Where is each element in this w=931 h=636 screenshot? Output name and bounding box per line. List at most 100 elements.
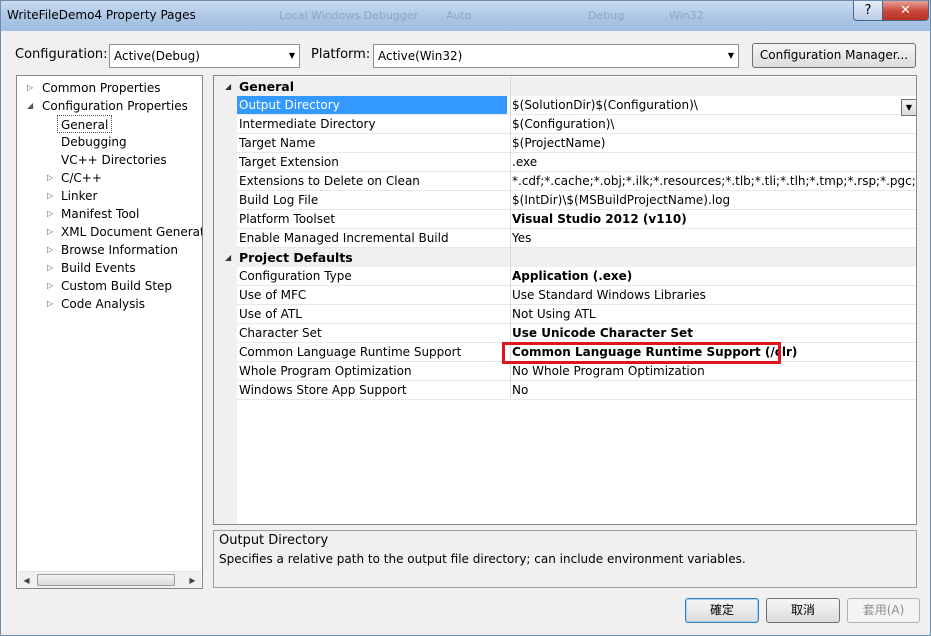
expand-icon[interactable]: ▷ <box>27 79 37 97</box>
window-title: WriteFileDemo4 Property Pages <box>7 8 196 22</box>
collapse-icon[interactable]: ◢ <box>225 77 231 96</box>
property-name: Platform Toolset <box>239 212 336 226</box>
property-grid: ◢ General Output Directory $(SolutionDir)$(… <box>213 75 917 525</box>
property-row[interactable]: Build Log File $(IntDir)\$(MSBuildProject… <box>214 191 916 210</box>
tree-item-browse-information[interactable]: ▷ Browse Information <box>17 241 178 259</box>
property-value[interactable]: $(SolutionDir)$(Configuration)\ <box>512 96 916 115</box>
expand-icon[interactable]: ▷ <box>47 277 57 295</box>
property-value[interactable]: $(Configuration)\ <box>512 115 916 134</box>
property-value[interactable]: $(ProjectName) <box>512 134 916 153</box>
property-row[interactable]: Target Name $(ProjectName) <box>214 134 916 153</box>
collapse-icon[interactable]: ◢ <box>27 97 37 115</box>
property-value[interactable]: No Whole Program Optimization <box>512 362 916 381</box>
property-value[interactable]: Application (.exe) <box>512 267 916 286</box>
tree-item-label: Custom Build Step <box>61 279 173 293</box>
ok-button[interactable]: 確定 <box>685 598 759 623</box>
property-value[interactable]: No <box>512 381 916 400</box>
category-project-defaults[interactable]: ◢ Project Defaults <box>214 248 916 267</box>
configuration-value: Active(Debug) <box>114 49 200 63</box>
tree-item-label: C/C++ <box>61 171 102 185</box>
property-value[interactable]: *.cdf;*.cache;*.obj;*.ilk;*.resources;*.… <box>512 172 916 191</box>
background-text: Auto <box>446 9 472 22</box>
property-value[interactable]: Not Using ATL <box>512 305 916 324</box>
tree-item-label: Configuration Properties <box>42 99 188 113</box>
property-row[interactable]: Target Extension .exe <box>214 153 916 172</box>
tree-item-label: General <box>61 118 109 132</box>
property-name: Output Directory <box>237 96 507 115</box>
expand-icon[interactable]: ▷ <box>47 241 57 259</box>
property-value[interactable]: Yes <box>512 229 916 248</box>
property-row[interactable]: Use of MFC Use Standard Windows Libraries <box>214 286 916 305</box>
expand-icon[interactable]: ▷ <box>47 187 57 205</box>
title-bar[interactable]: Local Windows Debugger Auto Debug Win32 … <box>1 1 930 31</box>
horizontal-scrollbar[interactable]: ◀ ▶ <box>18 571 201 588</box>
apply-button[interactable]: 套用(A) <box>847 598 920 623</box>
highlight-annotation-box <box>502 342 781 364</box>
scroll-left-icon[interactable]: ◀ <box>18 572 35 588</box>
property-name: Build Log File <box>239 193 319 207</box>
property-row[interactable]: Output Directory $(SolutionDir)$(Configur… <box>214 96 916 115</box>
property-row[interactable]: Whole Program Optimization No Whole Progr… <box>214 362 916 381</box>
expand-icon[interactable]: ▷ <box>47 259 57 277</box>
property-name: Windows Store App Support <box>239 383 407 397</box>
property-row[interactable]: Character Set Use Unicode Character Set <box>214 324 916 343</box>
expand-icon[interactable]: ▷ <box>47 169 57 187</box>
property-value[interactable]: Visual Studio 2012 (v110) <box>512 210 916 229</box>
property-name: Common Language Runtime Support <box>239 345 462 359</box>
tree-item-common-properties[interactable]: ▷ Common Properties <box>17 79 161 97</box>
expand-icon[interactable]: ▷ <box>47 223 57 241</box>
background-text: Local Windows Debugger <box>279 9 419 22</box>
property-row[interactable]: Enable Managed Incremental Build Yes <box>214 229 916 248</box>
property-name: Extensions to Delete on Clean <box>239 174 420 188</box>
property-row[interactable]: Extensions to Delete on Clean *.cdf;*.cac… <box>214 172 916 191</box>
category-general[interactable]: ◢ General <box>214 77 916 96</box>
tree-item-general[interactable]: General <box>57 115 113 133</box>
value-dropdown-button[interactable]: ▼ <box>901 99 916 116</box>
tree-item-debugging[interactable]: Debugging <box>17 133 127 151</box>
tree-item-build-events[interactable]: ▷ Build Events <box>17 259 136 277</box>
close-button[interactable]: ✕ <box>882 1 929 21</box>
configuration-combo[interactable]: Active(Debug) ▼ <box>109 44 300 68</box>
tree-item-label: XML Document Generator <box>61 225 203 239</box>
cancel-button[interactable]: 取消 <box>766 598 840 623</box>
tree-item-label: Manifest Tool <box>61 207 140 221</box>
property-row[interactable]: Windows Store App Support No <box>214 381 916 400</box>
property-value[interactable]: Use Standard Windows Libraries <box>512 286 916 305</box>
chevron-down-icon: ▼ <box>288 51 295 60</box>
tree-item-configuration-properties[interactable]: ◢ Configuration Properties <box>17 97 188 115</box>
help-button[interactable]: ? <box>853 1 883 21</box>
description-text: Specifies a relative path to the output … <box>219 552 746 566</box>
property-value[interactable]: .exe <box>512 153 916 172</box>
configuration-label: Configuration: <box>15 47 108 62</box>
property-value[interactable]: Use Unicode Character Set <box>512 324 916 343</box>
background-text: Debug <box>588 9 625 22</box>
tree-item-code-analysis[interactable]: ▷ Code Analysis <box>17 295 145 313</box>
property-name: Target Extension <box>239 155 339 169</box>
expand-icon[interactable]: ▷ <box>47 295 57 313</box>
platform-combo[interactable]: Active(Win32) ▼ <box>373 44 739 68</box>
property-row[interactable]: Configuration Type Application (.exe) <box>214 267 916 286</box>
tree-item-c-c[interactable]: ▷ C/C++ <box>17 169 102 187</box>
scroll-right-icon[interactable]: ▶ <box>184 572 201 588</box>
tree-item-label: Build Events <box>61 261 136 275</box>
tree-item-vc-directories[interactable]: VC++ Directories <box>17 151 167 169</box>
property-name: Use of ATL <box>239 307 302 321</box>
property-value[interactable]: $(IntDir)\$(MSBuildProjectName).log <box>512 191 916 210</box>
scrollbar-thumb[interactable] <box>37 574 175 586</box>
tree-item-custom-build-step[interactable]: ▷ Custom Build Step <box>17 277 172 295</box>
property-name: Target Name <box>239 136 316 150</box>
tree-item-manifest-tool[interactable]: ▷ Manifest Tool <box>17 205 139 223</box>
expand-icon[interactable]: ▷ <box>47 205 57 223</box>
chevron-down-icon: ▼ <box>727 51 734 60</box>
property-row[interactable]: Use of ATL Not Using ATL <box>214 305 916 324</box>
category-label: General <box>239 79 294 94</box>
tree-item-label: VC++ Directories <box>61 153 167 167</box>
property-name: Character Set <box>239 326 322 340</box>
collapse-icon[interactable]: ◢ <box>225 248 231 267</box>
platform-label: Platform: <box>311 47 371 62</box>
property-row[interactable]: Intermediate Directory $(Configuration)\ <box>214 115 916 134</box>
configuration-manager-button[interactable]: Configuration Manager... <box>752 43 916 68</box>
tree-item-xml-document-generator[interactable]: ▷ XML Document Generator <box>17 223 203 241</box>
property-row[interactable]: Platform Toolset Visual Studio 2012 (v110… <box>214 210 916 229</box>
tree-item-linker[interactable]: ▷ Linker <box>17 187 97 205</box>
